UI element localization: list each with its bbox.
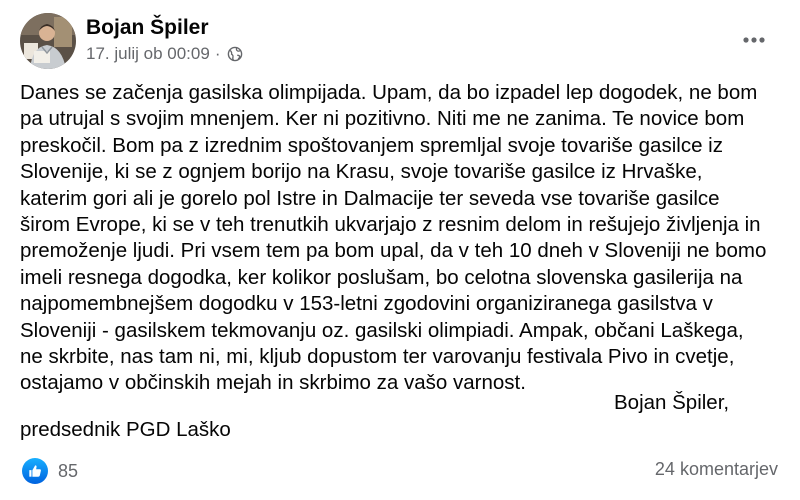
post-text-line: ne skrbite, nas tam ni, mi, kljub dopust… <box>20 345 735 369</box>
post-meta: 17. julij ob 00:09 · <box>86 44 243 64</box>
post-signature-role: predsednik PGD Laško <box>20 418 231 441</box>
post-text: Danes se začenja gasilska olimpijada. Up… <box>20 80 790 397</box>
post-text-line: najpomembnejšem dogodku v 153-letni zgod… <box>20 292 713 316</box>
more-options-icon <box>743 37 765 43</box>
post-text-line: imeli resnega dogodka, ker kolikor poslu… <box>20 265 743 289</box>
like-icon <box>22 458 48 484</box>
author-name[interactable]: Bojan Špiler <box>86 16 209 40</box>
reaction-count: 85 <box>58 460 79 481</box>
meta-separator: · <box>214 44 221 63</box>
comments-count-link[interactable]: 24 komentarjev <box>655 459 778 480</box>
post-signature: Bojan Špiler, <box>614 391 730 414</box>
post-text-line: preskočil. Bom pa z izrednim spoštovanje… <box>20 133 723 157</box>
post-text-line: Slovenije, ki se z ognjem borijo na Kras… <box>20 160 703 184</box>
more-options-button[interactable] <box>732 26 776 54</box>
post-text-line: katerim gori ali je gorelo pol Istre in … <box>20 186 720 210</box>
author-avatar[interactable] <box>20 13 76 69</box>
reactions-summary[interactable]: 85 <box>22 458 78 484</box>
post-timestamp[interactable]: 17. julij ob 00:09 <box>86 44 210 64</box>
globe-icon[interactable] <box>227 46 243 62</box>
post-text-line: Sloveniji - gasilskem tekmovanju oz. gas… <box>20 318 744 342</box>
post-text-line: širom Evrope, ki se v teh trenutkih ukva… <box>20 213 761 237</box>
post-text-line: pa utrujal s svojim mnenjem. Ker ni pozi… <box>20 107 745 131</box>
post-text-line: premoženje ljudi. Pri vsem tem pa bom up… <box>20 239 767 263</box>
profile-photo <box>20 13 76 69</box>
post-text-line: Danes se začenja gasilska olimpijada. Up… <box>20 81 758 104</box>
facebook-post: Bojan Špiler 17. julij ob 00:09 · Danes … <box>0 0 800 500</box>
